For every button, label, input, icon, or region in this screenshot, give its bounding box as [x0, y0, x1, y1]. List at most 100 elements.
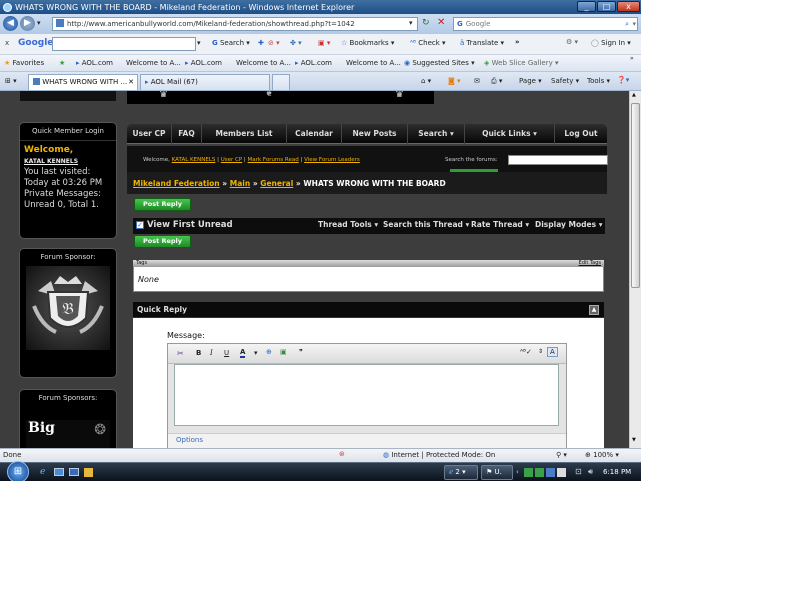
fav-link-welcome-3[interactable]: Welcome to A...	[346, 59, 401, 67]
quicklaunch-folder-icon[interactable]	[84, 468, 93, 477]
recent-pages-dropdown-icon[interactable]: ▾	[37, 19, 41, 27]
display-modes-menu[interactable]: Display Modes ▾	[535, 220, 602, 229]
tab-aol-mail[interactable]: ▸ AOL Mail (67)	[140, 74, 270, 90]
favbar-more-chevron[interactable]: »	[630, 55, 634, 62]
collapse-icon[interactable]: ▲	[589, 305, 599, 315]
tray-green-icon[interactable]	[524, 468, 533, 477]
nav-faq[interactable]: FAQ	[172, 124, 202, 144]
network-icon[interactable]: ⊡	[575, 467, 582, 476]
spellcheck-editor-icon[interactable]: ᴬᴮ✓	[520, 348, 532, 356]
sponsor-logo[interactable]: 𝔅	[26, 266, 110, 350]
view-first-unread-link[interactable]: ✓ View First Unread	[136, 220, 233, 230]
breadcrumb-general[interactable]: General	[260, 179, 293, 188]
nav-search[interactable]: Search ▾	[408, 124, 465, 144]
nav-members-list[interactable]: Members List	[202, 124, 287, 144]
bold-icon[interactable]: B	[196, 349, 201, 357]
popup-blocked-icon[interactable]: ⊛	[339, 450, 345, 458]
google-search-input[interactable]	[52, 37, 196, 51]
taskbar-app-button[interactable]: ⚑ U.	[481, 465, 513, 480]
scroll-down-arrow-icon[interactable]: ▼	[632, 437, 636, 443]
translate-button[interactable]: ǎ Translate ▾	[460, 39, 504, 47]
favorites-button[interactable]: ★ Favorites	[4, 59, 44, 67]
fav-link-aol-1[interactable]: ▸ AOL.com	[76, 59, 113, 67]
insert-quote-icon[interactable]: ❞	[299, 348, 303, 356]
wrench-settings-icon[interactable]: ⚙ ▾	[566, 38, 578, 46]
safety-menu[interactable]: Safety ▾	[551, 77, 579, 85]
read-mail-icon[interactable]: ✉	[474, 77, 480, 85]
print-icon[interactable]: ⎙ ▾	[491, 77, 502, 86]
add-to-favorites-icon[interactable]: ★	[59, 59, 65, 67]
quicklaunch-ie-icon[interactable]: ℯ	[40, 467, 45, 477]
thread-tools-menu[interactable]: Thread Tools ▾	[318, 220, 378, 229]
tray-expand-icon[interactable]: ‹	[516, 468, 519, 476]
web-slice-gallery-link[interactable]: ◈ Web Slice Gallery ▾	[484, 59, 559, 67]
google-search-dropdown-icon[interactable]: ▾	[197, 39, 201, 47]
stop-icon[interactable]: ✕	[437, 17, 445, 28]
spell-check-button[interactable]: ᴬᴮ Check ▾	[410, 39, 446, 47]
quicklaunch-switch-icon[interactable]	[69, 468, 79, 476]
font-color-icon[interactable]: A	[240, 348, 246, 358]
insert-link-icon[interactable]: ⊕	[266, 348, 272, 356]
wiki-icon[interactable]: ▣ ▾	[318, 39, 330, 47]
sponsor-banner-image[interactable]: Big ❂	[26, 420, 110, 448]
post-reply-button[interactable]: Post Reply	[134, 198, 191, 211]
sign-in-button[interactable]: ◯ Sign In ▾	[591, 39, 631, 47]
breadcrumb-mikeland-federation[interactable]: Mikeland Federation	[133, 179, 220, 188]
refresh-icon[interactable]: ↻	[422, 18, 430, 28]
tab-close-icon[interactable]: ✕	[128, 75, 134, 90]
maximize-button[interactable]: □	[597, 1, 616, 12]
resize-arrows-icon[interactable]: ⇕	[538, 348, 543, 355]
rate-thread-menu[interactable]: Rate Thread ▾	[471, 220, 529, 229]
scroll-up-arrow-icon[interactable]: ▲	[632, 92, 636, 98]
subnav-username-link[interactable]: KATAL KENNELS	[172, 157, 216, 163]
tab-active-thread[interactable]: WHATS WRONG WITH ... ✕	[28, 74, 138, 90]
fav-link-welcome-2[interactable]: Welcome to A...	[236, 59, 291, 67]
fav-link-aol-3[interactable]: ▸ AOL.com	[295, 59, 332, 67]
message-textarea[interactable]	[174, 364, 559, 426]
vertical-scrollbar[interactable]: ▲ ▼	[629, 91, 641, 448]
home-icon[interactable]: ⌂ ▾	[421, 77, 431, 85]
tray-green-icon-2[interactable]	[535, 468, 544, 477]
fav-link-aol-2[interactable]: ▸ AOL.com	[185, 59, 222, 67]
view-forum-leaders-link[interactable]: View Forum Leaders	[304, 157, 360, 163]
taskbar-ie-group[interactable]: ℯ 2 ▾	[444, 465, 478, 480]
volume-icon[interactable]: 🔊︎	[588, 467, 593, 477]
back-button[interactable]: ◀	[3, 16, 18, 31]
close-window-button[interactable]: x	[617, 1, 640, 12]
address-dropdown-icon[interactable]: ▾	[409, 19, 413, 27]
font-color-dropdown-icon[interactable]: ▾	[254, 349, 258, 357]
tray-grey-icon[interactable]	[557, 468, 566, 477]
tray-blue-icon[interactable]	[546, 468, 555, 477]
zoom-control[interactable]: ⊕ 100% ▾	[585, 451, 619, 459]
forward-button[interactable]: ▶	[20, 16, 35, 31]
switch-editor-mode-icon[interactable]: A	[547, 347, 558, 357]
quick-tabs-icon[interactable]: ⊞ ▾	[5, 77, 17, 85]
minimize-button[interactable]: _	[577, 1, 596, 12]
post-reply-button-2[interactable]: Post Reply	[134, 235, 191, 248]
forum-search-input[interactable]	[508, 155, 608, 165]
nav-new-posts[interactable]: New Posts	[342, 124, 408, 144]
feeds-icon[interactable]: ◙ ▾	[448, 77, 461, 85]
options-label[interactable]: Options	[176, 436, 203, 444]
fav-link-welcome-1[interactable]: Welcome to A...	[126, 59, 181, 67]
scroll-thumb[interactable]	[631, 103, 640, 288]
share-icon[interactable]: ✚	[258, 39, 264, 47]
help-icon[interactable]: ❓▾	[617, 76, 629, 84]
address-input[interactable]: http://www.americanbullyworld.com/Mikela…	[52, 17, 418, 31]
edit-tags-link[interactable]: Edit Tags	[579, 260, 601, 266]
bookmarks-button[interactable]: ☆ Bookmarks ▾	[341, 39, 394, 47]
breadcrumb-main[interactable]: Main	[230, 179, 250, 188]
nav-calendar[interactable]: Calendar	[287, 124, 342, 144]
status-tools-icon[interactable]: ⚲ ▾	[556, 451, 567, 459]
search-box[interactable]: G Google ⌕ ▾	[453, 17, 638, 31]
search-go-icon[interactable]: ⌕	[625, 18, 629, 30]
sidewiki-icon[interactable]: ✤ ▾	[290, 39, 302, 47]
private-messages-status[interactable]: Private Messages: Unread 0, Total 1.	[24, 189, 112, 211]
new-tab-button[interactable]	[272, 74, 290, 90]
search-thread-menu[interactable]: Search this Thread ▾	[383, 220, 469, 229]
underline-icon[interactable]: U	[224, 349, 229, 357]
security-zone[interactable]: ◍ Internet | Protected Mode: On	[383, 451, 495, 459]
nav-log-out[interactable]: Log Out	[555, 124, 607, 144]
nav-user-cp[interactable]: User CP	[127, 124, 172, 144]
close-toolbar-icon[interactable]: x	[5, 39, 9, 47]
